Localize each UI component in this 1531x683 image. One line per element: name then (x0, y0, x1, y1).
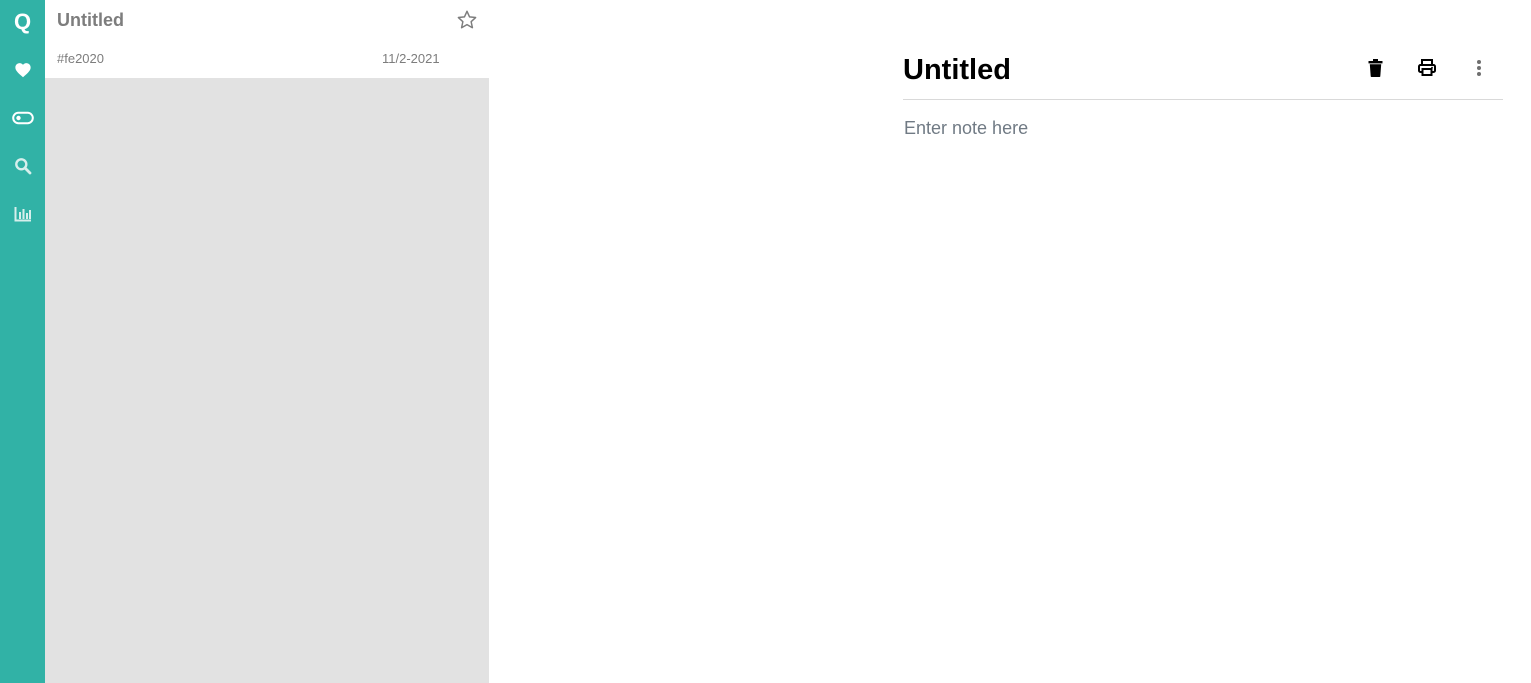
rail-item-stats[interactable] (0, 196, 45, 232)
toggle-icon (11, 111, 34, 125)
heart-icon (14, 62, 32, 78)
note-title-heading[interactable]: Untitled (903, 52, 1011, 88)
app-window: Q Untitled #fe2020 11/2-2021 Untitled En… (0, 0, 1531, 683)
note-date: 11/2-2021 (382, 51, 440, 66)
print-button[interactable] (1414, 57, 1440, 83)
note-list: Untitled #fe2020 11/2-2021 (45, 0, 489, 683)
note-tag: #fe2020 (57, 51, 104, 66)
delete-button[interactable] (1362, 57, 1388, 83)
note-body-input[interactable] (903, 113, 1503, 143)
more-vertical-icon (1476, 59, 1482, 82)
note-editor: Untitled (903, 0, 1503, 683)
rail-item-favorites[interactable] (0, 52, 45, 88)
star-icon[interactable] (456, 9, 478, 31)
icon-rail: Q (0, 0, 45, 683)
print-icon (1418, 59, 1436, 81)
search-icon (14, 157, 32, 175)
rail-item-search[interactable] (0, 148, 45, 184)
rail-item-toggle[interactable] (0, 100, 45, 136)
chart-icon (14, 206, 32, 222)
note-list-item[interactable]: Untitled #fe2020 11/2-2021 (45, 0, 489, 78)
more-options-button[interactable] (1466, 57, 1492, 83)
app-logo[interactable]: Q (0, 4, 45, 40)
note-title: Untitled (57, 10, 124, 30)
trash-icon (1368, 58, 1383, 82)
title-divider (903, 99, 1503, 100)
